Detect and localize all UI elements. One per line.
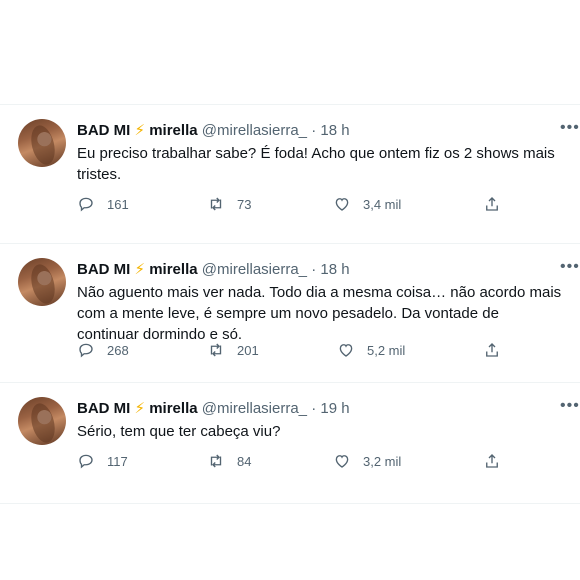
separator: ·: [311, 261, 317, 278]
like-button[interactable]: 3,2 mil: [333, 452, 401, 470]
reply-icon: [79, 343, 93, 358]
tweet-header: BAD MI ⚡ mirella @mirellasierra_ · 19 h: [77, 399, 350, 419]
reply-count: 117: [107, 453, 128, 469]
timestamp[interactable]: 18 h: [320, 261, 349, 278]
handle[interactable]: @mirellasierra_: [202, 122, 307, 139]
tweet-header: BAD MI ⚡ mirella @mirellasierra_ · 18 h: [77, 121, 350, 141]
display-name[interactable]: BAD MI: [77, 122, 130, 139]
share-button[interactable]: [483, 341, 501, 359]
heart-icon: [335, 455, 349, 468]
reply-icon: [79, 197, 93, 212]
display-name[interactable]: BAD MI: [77, 261, 130, 278]
share-icon: [486, 197, 498, 211]
retweet-icon: [210, 454, 222, 468]
separator: ·: [311, 400, 317, 417]
share-icon: [486, 343, 498, 357]
tweet-text: Eu preciso trabalhar sabe? É foda! Acho …: [77, 145, 555, 183]
tweet-feed: BAD MI ⚡ mirella @mirellasierra_ · 18 h …: [0, 104, 580, 504]
heart-icon: [335, 198, 349, 211]
handle[interactable]: @mirellasierra_: [202, 400, 307, 417]
retweet-button[interactable]: 73: [207, 195, 251, 213]
separator: ·: [311, 122, 317, 139]
reply-count: 161: [107, 196, 129, 212]
lightning-emoji: ⚡: [134, 261, 146, 278]
retweet-button[interactable]: 201: [207, 341, 259, 359]
like-count: 3,4 mil: [363, 196, 402, 212]
retweet-icon: [210, 197, 222, 211]
tweet-actions: 268 201 5,2 mil: [77, 341, 517, 361]
display-name[interactable]: BAD MI: [77, 400, 130, 417]
reply-button[interactable]: 117: [77, 452, 128, 470]
tweet[interactable]: BAD MI ⚡ mirella @mirellasierra_ · 18 h …: [0, 104, 580, 244]
display-name-suffix[interactable]: mirella: [149, 122, 197, 139]
reply-count: 268: [107, 342, 129, 358]
timestamp[interactable]: 19 h: [320, 400, 349, 417]
retweet-icon: [210, 343, 222, 357]
tweet-actions: 161 73 3,4 mil: [77, 195, 517, 215]
lightning-emoji: ⚡: [134, 400, 146, 417]
share-button[interactable]: [483, 195, 501, 213]
like-count: 5,2 mil: [367, 342, 406, 358]
retweet-button[interactable]: 84: [207, 452, 251, 470]
tweet[interactable]: BAD MI ⚡ mirella @mirellasierra_ · 18 h …: [0, 244, 580, 383]
like-count: 3,2 mil: [363, 453, 402, 469]
avatar[interactable]: [18, 119, 66, 167]
share-button[interactable]: [483, 452, 501, 470]
display-name-suffix[interactable]: mirella: [149, 400, 197, 417]
tweet[interactable]: BAD MI ⚡ mirella @mirellasierra_ · 19 h …: [0, 383, 580, 504]
retweet-count: 201: [237, 342, 259, 358]
avatar[interactable]: [18, 397, 66, 445]
reply-button[interactable]: 268: [77, 341, 129, 359]
more-options-icon[interactable]: •••: [560, 259, 580, 280]
display-name-suffix[interactable]: mirella: [149, 261, 197, 278]
heart-icon: [339, 344, 353, 357]
timestamp[interactable]: 18 h: [320, 122, 349, 139]
avatar[interactable]: [18, 258, 66, 306]
reply-button[interactable]: 161: [77, 195, 129, 213]
share-icon: [486, 454, 498, 468]
like-button[interactable]: 5,2 mil: [337, 341, 405, 359]
retweet-count: 84: [237, 453, 252, 469]
tweet-text: Sério, tem que ter cabeça viu?: [77, 423, 281, 440]
like-button[interactable]: 3,4 mil: [333, 195, 401, 213]
more-options-icon[interactable]: •••: [560, 398, 580, 419]
retweet-count: 73: [237, 196, 252, 212]
more-options-icon[interactable]: •••: [560, 120, 580, 141]
tweet-text: Não aguento mais ver nada. Todo dia a me…: [77, 284, 562, 343]
reply-icon: [79, 454, 93, 469]
tweet-header: BAD MI ⚡ mirella @mirellasierra_ · 18 h: [77, 260, 350, 280]
handle[interactable]: @mirellasierra_: [202, 261, 307, 278]
lightning-emoji: ⚡: [134, 122, 146, 139]
tweet-actions: 117 84 3,2 mil: [77, 452, 517, 472]
